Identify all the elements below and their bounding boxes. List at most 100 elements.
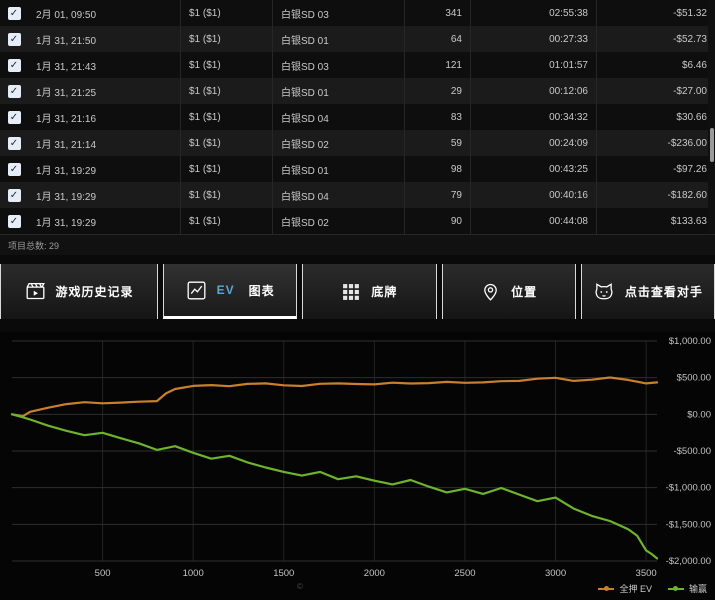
session-hands: 83 (404, 104, 470, 130)
session-date: 1月 31, 19:29 (28, 182, 180, 208)
session-stakes: $1 ($1) (180, 130, 272, 156)
session-duration: 00:27:33 (470, 26, 596, 52)
session-profit: -$236.00 (596, 130, 715, 156)
cat-icon (593, 281, 615, 303)
session-hands: 59 (404, 130, 470, 156)
session-profit: $133.63 (596, 208, 715, 234)
table-row[interactable]: ✓ 1月 31, 21:14$1 ($1)白银SD 025900:24:09-$2… (0, 130, 715, 156)
checkbox-cell: ✓ (0, 130, 28, 156)
row-checkbox[interactable]: ✓ (8, 85, 21, 98)
row-checkbox[interactable]: ✓ (8, 137, 21, 150)
tab-底牌[interactable]: 底牌 (302, 264, 436, 319)
session-date: 1月 31, 21:43 (28, 52, 180, 78)
session-table-name: 白银SD 01 (272, 26, 404, 52)
legend-label: 全押 EV (619, 582, 652, 595)
session-date: 1月 31, 19:29 (28, 208, 180, 234)
watermark: © (297, 582, 304, 591)
session-profit: -$97.26 (596, 156, 715, 182)
session-duration: 00:40:16 (470, 182, 596, 208)
svg-text:500: 500 (95, 568, 111, 579)
checkbox-cell: ✓ (0, 208, 28, 234)
table-row[interactable]: ✓1月 31, 19:29$1 ($1)白银SD 029000:44:08$13… (0, 208, 715, 234)
row-checkbox[interactable]: ✓ (8, 215, 21, 228)
row-checkbox[interactable]: ✓ (8, 7, 21, 20)
table-row[interactable]: ✓1月 31, 21:43$1 ($1)白银SD 0312101:01:57$6… (0, 52, 715, 78)
tab-label-accent: EV (217, 283, 235, 297)
legend-marker (598, 588, 614, 590)
ev-chart-panel: 500100015002000250030003500$1,000.00$500… (0, 332, 715, 600)
legend-marker (668, 588, 684, 590)
tab-label: 底牌 (371, 283, 397, 300)
session-duration: 00:24:09 (470, 130, 596, 156)
session-table-name: 白银SD 01 (272, 78, 404, 104)
tab-bar: 游戏历史记录 EV图表 底牌 位置 点击查看对手 (0, 264, 715, 319)
svg-text:3500: 3500 (636, 568, 657, 579)
session-date: 1月 31, 21:16 (28, 104, 180, 130)
session-hands: 98 (404, 156, 470, 182)
table-row[interactable]: ✓ 1月 31, 21:16$1 ($1)白银SD 048300:34:32$30… (0, 104, 715, 130)
table-row[interactable]: ✓2月 01, 09:50$1 ($1)白银SD 0334102:55:38-$… (0, 0, 715, 26)
row-checkbox[interactable]: ✓ (8, 189, 21, 202)
svg-text:1500: 1500 (273, 568, 294, 579)
tab-点击查看对手[interactable]: 点击查看对手 (581, 264, 715, 319)
session-hands: 341 (404, 0, 470, 26)
sessions-table: ✓2月 01, 09:50$1 ($1)白银SD 0334102:55:38-$… (0, 0, 715, 255)
session-date: 1月 31, 19:29 (28, 156, 180, 182)
svg-text:-$1,500.00: -$1,500.00 (666, 519, 711, 530)
session-date: 2月 01, 09:50 (28, 0, 180, 26)
checkbox-cell: ✓ (0, 26, 28, 52)
session-table-name: 白银SD 02 (272, 130, 404, 156)
table-row[interactable]: ✓1月 31, 21:25$1 ($1)白银SD 012900:12:06-$2… (0, 78, 715, 104)
row-checkbox[interactable]: ✓ (8, 111, 21, 124)
location-icon (480, 281, 501, 302)
row-checkbox[interactable]: ✓ (8, 163, 21, 176)
session-table-name: 白银SD 03 (272, 0, 404, 26)
svg-text:$1,000.00: $1,000.00 (669, 336, 711, 347)
table-row[interactable]: ✓1月 31, 21:50$1 ($1)白银SD 016400:27:33-$5… (0, 26, 715, 52)
table-row[interactable]: ✓ 1月 31, 19:29$1 ($1)白银SD 019800:43:25-$9… (0, 156, 715, 182)
session-table-name: 白银SD 02 (272, 208, 404, 234)
session-profit: -$51.32 (596, 0, 715, 26)
clapperboard-icon (25, 281, 46, 302)
legend-label: 输赢 (689, 582, 707, 595)
poker-session-review-window: ✓2月 01, 09:50$1 ($1)白银SD 0334102:55:38-$… (0, 0, 715, 600)
checkbox-cell: ✓ (0, 156, 28, 182)
table-scrollbar[interactable] (708, 0, 715, 234)
session-duration: 00:34:32 (470, 104, 596, 130)
session-stakes: $1 ($1) (180, 104, 272, 130)
tab-label: 游戏历史记录 (56, 283, 134, 300)
checkbox-cell: ✓ (0, 182, 28, 208)
table-row[interactable]: ✓1月 31, 19:29$1 ($1)白银SD 047900:40:16-$1… (0, 182, 715, 208)
session-duration: 00:12:06 (470, 78, 596, 104)
session-profit: -$27.00 (596, 78, 715, 104)
session-date: 1月 31, 21:25 (28, 78, 180, 104)
svg-text:3000: 3000 (545, 568, 566, 579)
tab-游戏历史记录[interactable]: 游戏历史记录 (0, 264, 158, 319)
chart-icon (186, 280, 207, 301)
tab-label: 点击查看对手 (625, 283, 703, 300)
session-hands: 64 (404, 26, 470, 52)
session-profit: $30.66 (596, 104, 715, 130)
legend-item[interactable]: 全押 EV (598, 582, 652, 595)
checkbox-cell: ✓ (0, 104, 28, 130)
legend-item[interactable]: 输赢 (668, 582, 707, 595)
session-date: 1月 31, 21:50 (28, 26, 180, 52)
session-duration: 01:01:57 (470, 52, 596, 78)
table-footer: 项目总数: 29 (0, 234, 715, 255)
session-table-name: 白银SD 04 (272, 182, 404, 208)
tab-ev-图表[interactable]: EV图表 (163, 264, 297, 319)
session-duration: 00:43:25 (470, 156, 596, 182)
checkbox-cell: ✓ (0, 0, 28, 26)
session-table-name: 白银SD 01 (272, 156, 404, 182)
total-items-label: 项目总数: 29 (8, 239, 59, 252)
session-duration: 00:44:08 (470, 208, 596, 234)
tab-位置[interactable]: 位置 (442, 264, 576, 319)
session-hands: 79 (404, 182, 470, 208)
session-table-name: 白银SD 04 (272, 104, 404, 130)
row-checkbox[interactable]: ✓ (8, 59, 21, 72)
svg-text:$500.00: $500.00 (677, 373, 711, 384)
session-date: 1月 31, 21:14 (28, 130, 180, 156)
row-checkbox[interactable]: ✓ (8, 33, 21, 46)
session-stakes: $1 ($1) (180, 156, 272, 182)
scrollbar-thumb[interactable] (710, 128, 714, 162)
